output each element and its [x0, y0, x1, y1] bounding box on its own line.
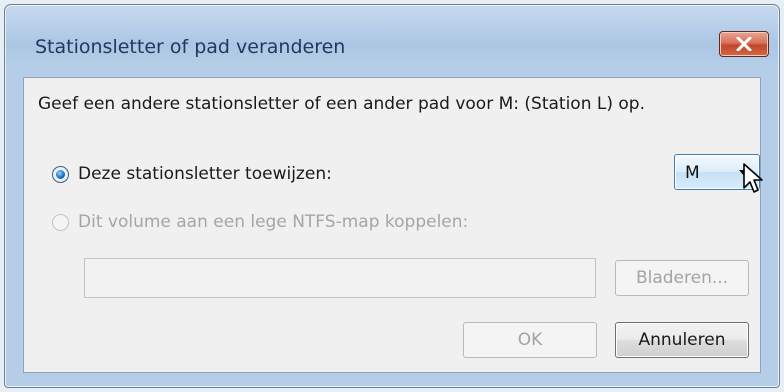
ok-button: OK: [463, 322, 597, 358]
radio-button-disabled: [52, 213, 69, 231]
mouse-pointer-icon: [743, 163, 763, 193]
folder-path-input: [84, 258, 596, 298]
drive-letter-value: M: [685, 163, 700, 183]
close-x-icon: [736, 37, 752, 51]
dialog-title: Stationsletter of pad veranderen: [35, 36, 346, 58]
radio-dot: [56, 169, 65, 179]
instruction-text: Geef een andere stationsletter of een an…: [38, 94, 645, 114]
cancel-button[interactable]: Annuleren: [615, 322, 749, 358]
radio-button-checked[interactable]: [52, 165, 69, 183]
radio-mount-folder: Dit volume aan een lege NTFS-map koppele…: [52, 212, 468, 232]
radio-assign-letter[interactable]: Deze stationsletter toewijzen:: [52, 164, 332, 184]
dialog-body: Geef een andere stationsletter of een an…: [23, 77, 763, 373]
radio-mount-folder-label: Dit volume aan een lege NTFS-map koppele…: [78, 212, 469, 232]
radio-assign-letter-label[interactable]: Deze stationsletter toewijzen:: [78, 164, 332, 184]
close-button[interactable]: [719, 31, 769, 57]
dialog-window: Stationsletter of pad veranderen Geef ee…: [4, 4, 780, 388]
title-bar[interactable]: Stationsletter of pad veranderen: [5, 5, 779, 81]
browse-button: Bladeren...: [615, 260, 749, 296]
